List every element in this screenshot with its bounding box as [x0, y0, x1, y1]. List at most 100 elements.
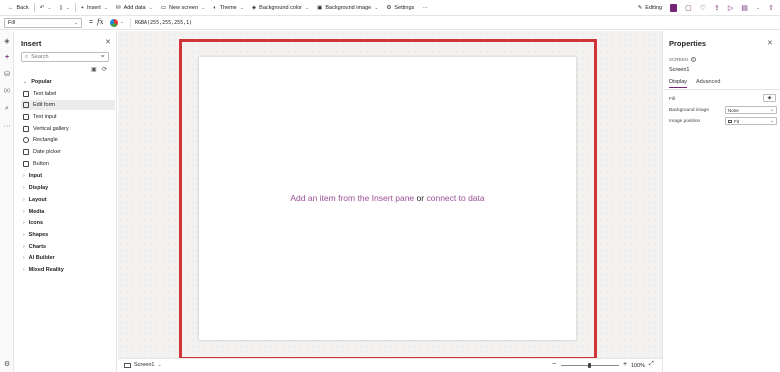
category-ai-builder[interactable]: › AI Builder — [21, 253, 115, 263]
more-button[interactable]: ··· — [418, 0, 432, 16]
text-label-icon — [23, 91, 29, 97]
add-data-button[interactable]: ⛁ Add data ⌄ — [112, 0, 157, 16]
variables-icon[interactable]: (x) — [3, 87, 11, 95]
stethoscope-icon[interactable]: ♡ — [700, 4, 706, 12]
insert-item-button[interactable]: Button — [21, 159, 115, 169]
tree-view-icon[interactable]: ◈ — [3, 37, 11, 45]
search-icon: ⌕ — [25, 53, 29, 60]
search-icon[interactable]: ⌕ — [3, 105, 11, 113]
fit-to-window-icon[interactable]: ⤢ — [649, 361, 654, 368]
undo-button[interactable]: ↶ ⌄ — [36, 0, 56, 16]
calendar-icon — [23, 149, 29, 155]
formula-input[interactable]: RGBA(255,255,255,1) — [130, 18, 770, 28]
insert-item-text-label[interactable]: Text label — [21, 89, 115, 99]
back-arrow-icon: ← — [8, 4, 14, 11]
insert-pane: Insert ✕ ⌕ Search ⏷ ▣ ⟳ ⌄ Popular Text l… — [15, 31, 117, 372]
zoom-slider[interactable] — [561, 363, 619, 368]
category-display[interactable]: › Display — [21, 183, 115, 193]
gallery-icon — [23, 126, 29, 132]
insert-item-text-input[interactable]: Text input — [21, 112, 115, 122]
chevron-right-icon: › — [23, 197, 25, 203]
theme-button[interactable]: ◐ Theme ⌄ — [209, 0, 248, 16]
play-icon[interactable]: ▷ — [728, 4, 733, 12]
help-icon[interactable]: ? — [690, 57, 696, 62]
close-icon[interactable]: ✕ — [767, 39, 773, 47]
background-image-dropdown[interactable]: None ⌄ — [725, 106, 777, 114]
category-shapes[interactable]: › Shapes — [21, 230, 115, 240]
insert-button[interactable]: + Insert ⌄ — [77, 0, 112, 16]
more-icon[interactable]: ··· — [3, 122, 11, 130]
command-bar: ← Back ↶ ⌄ ▯ ⌄ + Insert ⌄ ⛁ Add data ⌄ ▭ New sc… — [0, 0, 780, 16]
share-icon[interactable]: ⇪ — [714, 4, 720, 12]
new-screen-button[interactable]: ▭ New screen ⌄ — [157, 0, 209, 16]
category-mixed-reality[interactable]: › Mixed Reality — [21, 265, 115, 275]
image-position-label: Image position — [669, 119, 701, 124]
undo-icon: ↶ — [39, 4, 45, 11]
category-media[interactable]: › Media — [21, 207, 115, 217]
app-checker-icon[interactable] — [670, 4, 678, 12]
editing-mode-button[interactable]: ✎ Editing — [638, 5, 662, 11]
chevron-right-icon: › — [23, 232, 25, 238]
publish-icon[interactable]: ⇧ — [768, 4, 774, 12]
divider — [74, 3, 76, 12]
search-input[interactable]: ⌕ Search ⏷ — [21, 52, 109, 62]
settings-button[interactable]: ⚙ Settings — [382, 0, 418, 16]
refresh-icon[interactable]: ⟳ — [102, 66, 107, 73]
close-icon[interactable]: ✕ — [105, 38, 111, 46]
insert-item-vertical-gallery[interactable]: Vertical gallery — [21, 124, 115, 134]
insert-icon[interactable]: + — [3, 53, 11, 61]
category-layout[interactable]: › Layout — [21, 195, 115, 205]
category-icons[interactable]: › Icons — [21, 218, 115, 228]
chevron-down-icon[interactable]: ⌄ — [120, 19, 124, 25]
background-image-button[interactable]: ▣ Background image ⌄ — [313, 0, 382, 16]
fill-color-button[interactable]: ◈ — [763, 94, 776, 102]
tab-advanced[interactable]: Advanced — [696, 79, 720, 85]
category-popular[interactable]: ⌄ Popular — [21, 77, 115, 87]
toolbar-right: ✎ Editing ▢ ♡ ⇪ ▷ ▤ ⌄ ⇧ — [638, 0, 774, 16]
control-type: SCREEN ? — [669, 57, 696, 62]
save-icon[interactable]: ▤ — [741, 4, 748, 12]
chevron-down-icon: ⌄ — [201, 4, 206, 11]
fx-icon: fx — [97, 18, 104, 26]
left-rail: ◈ + ⛁ (x) ⌕ ··· ⚙ — [0, 31, 14, 372]
chevron-down-icon[interactable]: ⌄ — [756, 5, 760, 11]
database-icon: ⛁ — [115, 4, 121, 11]
screen-icon — [124, 362, 131, 368]
image-icon[interactable]: ▣ — [91, 66, 97, 73]
text-input-icon — [23, 114, 29, 120]
screen-selector[interactable]: Screen1 ⌄ — [124, 362, 162, 368]
gear-icon[interactable]: ⚙ — [3, 360, 11, 368]
data-icon[interactable]: ⛁ — [3, 70, 11, 78]
clipboard-icon: ▯ — [59, 4, 63, 11]
image-position-dropdown[interactable]: Fit ⌄ — [725, 117, 777, 125]
zoom-out-button[interactable]: − — [552, 361, 556, 368]
chevron-right-icon: › — [23, 244, 25, 250]
divider — [663, 89, 780, 90]
chevron-down-icon: ⌄ — [769, 118, 774, 124]
tab-display[interactable]: Display — [669, 79, 688, 88]
control-name: Screen1 — [669, 67, 690, 73]
formula-bar: Fill ⌄ = fx ⌄ RGBA(255,255,255,1) — [0, 16, 780, 30]
category-input[interactable]: › Input — [21, 171, 115, 181]
back-button[interactable]: ← Back — [4, 0, 33, 16]
chevron-down-icon: ⌄ — [65, 4, 70, 11]
chevron-down-icon: ⌄ — [374, 4, 379, 11]
button-icon — [23, 161, 29, 167]
chevron-down-icon: ⌄ — [148, 4, 153, 11]
property-dropdown[interactable]: Fill ⌄ — [4, 18, 82, 28]
insert-pane-title: Insert — [21, 39, 42, 48]
filter-icon[interactable]: ⏷ — [101, 54, 105, 61]
comments-icon[interactable]: ▢ — [685, 4, 692, 12]
insert-item-date-picker[interactable]: Date picker — [21, 147, 115, 157]
category-charts[interactable]: › Charts — [21, 242, 115, 252]
paste-button[interactable]: ▯ ⌄ — [56, 0, 74, 16]
zoom-in-button[interactable]: + — [623, 361, 627, 368]
insert-item-edit-form[interactable]: Edit form — [21, 100, 115, 110]
plus-icon: + — [80, 4, 84, 11]
color-picker-icon[interactable] — [110, 19, 118, 27]
chevron-down-icon: ⌄ — [769, 107, 774, 113]
background-color-button[interactable]: ◈ Background color ⌄ — [248, 0, 313, 16]
insert-item-rectangle[interactable]: Rectangle — [21, 135, 115, 145]
zoom-slider-thumb[interactable] — [588, 363, 591, 368]
chevron-right-icon: › — [23, 220, 25, 226]
